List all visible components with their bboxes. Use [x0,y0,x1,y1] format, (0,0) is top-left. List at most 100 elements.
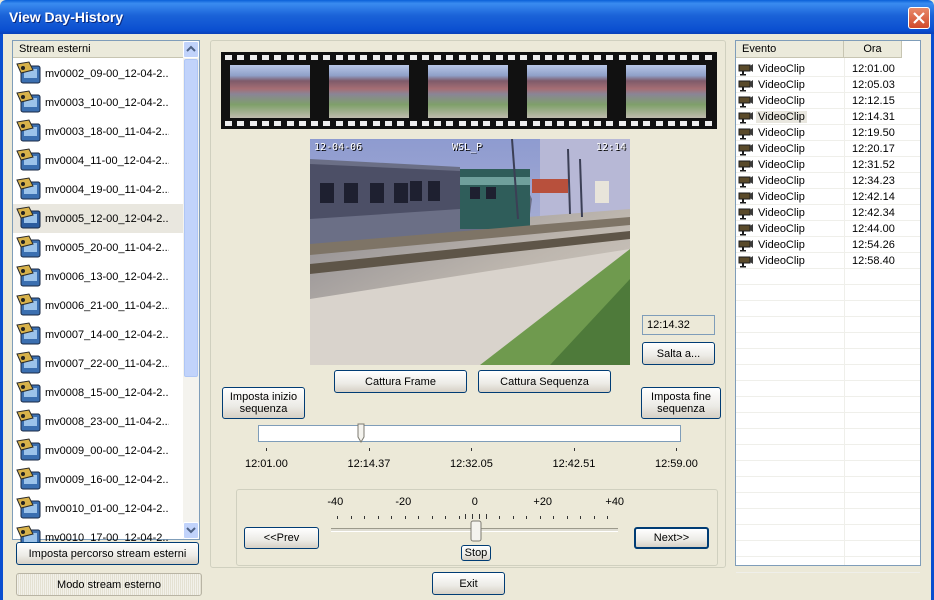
film-perforation [311,121,319,126]
external-stream-mode-button[interactable]: Modo stream esterno [16,573,202,596]
film-thumbnail[interactable] [626,65,706,118]
camera-icon [16,148,41,171]
grid-line [736,92,920,93]
event-column-header[interactable]: Evento [736,41,844,58]
event-row[interactable]: VideoClip 12:14.31 [736,109,920,125]
timeline-thumb[interactable] [357,423,365,443]
close-button[interactable] [908,7,930,29]
exit-button[interactable]: Exit [432,572,505,595]
capture-sequence-button[interactable]: Cattura Sequenza [478,370,611,393]
event-row[interactable]: VideoClip 12:54.26 [736,237,920,253]
event-row[interactable]: VideoClip 12:44.00 [736,221,920,237]
set-stream-path-button[interactable]: Imposta percorso stream esterni [16,542,199,565]
jump-to-button[interactable]: Salta a... [642,342,715,365]
event-list[interactable]: Evento Ora VideoClip 12:01.00 VideoClip 12:… [735,40,921,573]
stream-list-item[interactable]: mv0007_14-00_12-04-2... [13,320,185,349]
thumbnail-filmstrip[interactable] [221,52,717,129]
prev-button[interactable]: <<Prev [244,527,319,549]
speed-tick [479,514,480,519]
stream-list-item[interactable]: mv0007_22-00_11-04-2... [13,349,185,378]
stream-list-item[interactable]: mv0002_09-00_12-04-2... [13,59,185,88]
stream-list-item[interactable]: mv0006_21-00_11-04-2... [13,291,185,320]
film-perforation [680,55,688,60]
timeline-label: 12:32.05 [450,458,493,470]
stream-list-item[interactable]: mv0004_11-00_12-04-2... [13,146,185,175]
set-sequence-end-button[interactable]: Imposta fine sequenza [641,387,721,419]
camera-icon [16,496,41,519]
stream-list[interactable]: Stream esterni mv0002_09-00_12-04-2... mv… [12,40,200,548]
event-type-cell: VideoClip [738,189,807,205]
camera-icon [16,351,41,374]
stream-list-item[interactable]: mv0005_12-00_12-04-2... [13,204,185,233]
timeline-slider[interactable] [258,425,681,442]
scroll-down-button[interactable] [183,522,199,539]
current-time-field[interactable]: 12:14.32 [642,315,715,335]
film-perforation [286,121,294,126]
event-row[interactable]: VideoClip 12:31.52 [736,157,920,173]
stream-list-item[interactable]: mv0003_10-00_12-04-2... [13,88,185,117]
film-perforation [495,55,503,60]
chevron-down-icon [186,527,196,534]
film-perforation [594,121,601,126]
event-row[interactable]: VideoClip 12:12.15 [736,93,920,109]
capture-frame-button[interactable]: Cattura Frame [334,370,467,393]
film-perforation [471,55,478,60]
film-perforation [397,55,405,60]
event-time: 12:12.15 [852,95,895,107]
stream-list-item[interactable]: mv0004_19-00_11-04-2... [13,175,185,204]
film-thumbnail[interactable] [527,65,607,118]
speed-thumb[interactable] [470,520,482,542]
next-button[interactable]: Next>> [634,527,709,549]
film-perforation [618,55,626,60]
film-thumbnail[interactable] [428,65,508,118]
stream-list-item[interactable]: mv0008_15-00_12-04-2... [13,378,185,407]
stream-list-header[interactable]: Stream esterni [13,41,183,58]
grid-line [736,220,920,221]
video-clip-icon [738,96,753,108]
stream-list-item[interactable]: mv0009_00-00_12-04-2... [13,436,185,465]
speed-tick [594,516,595,519]
event-time: 12:05.03 [852,79,895,91]
event-row[interactable]: VideoClip 12:19.50 [736,125,920,141]
time-column-header[interactable]: Ora [844,41,902,58]
event-row[interactable]: VideoClip 12:58.40 [736,253,920,269]
event-row[interactable]: VideoClip 12:01.00 [736,61,920,77]
stop-button[interactable]: Stop [461,545,491,561]
camera-icon [16,409,41,432]
stream-list-item[interactable]: mv0009_16-00_12-04-2... [13,465,185,494]
video-clip-icon [738,256,753,268]
film-thumbnail[interactable] [329,65,409,118]
timeline-tick [676,448,677,451]
stream-list-item[interactable]: mv0003_18-00_11-04-2... [13,117,185,146]
film-perforation [360,55,368,60]
video-frame-image [310,139,630,365]
stream-list-item[interactable]: mv0006_13-00_12-04-2... [13,262,185,291]
speed-label: +40 [605,496,625,508]
scroll-up-button[interactable] [183,41,199,58]
grid-line [736,268,920,269]
film-perforation [557,55,565,60]
stream-list-item[interactable]: mv0005_20-00_11-04-2... [13,233,185,262]
stream-list-item[interactable]: mv0010_01-00_12-04-2... [13,494,185,523]
camera-icon [16,177,41,200]
event-row[interactable]: VideoClip 12:34.23 [736,173,920,189]
video-clip-icon [738,176,753,188]
film-perforation [544,121,552,126]
event-time: 12:19.50 [852,127,895,139]
event-row[interactable]: VideoClip 12:20.17 [736,141,920,157]
event-row[interactable]: VideoClip 12:05.03 [736,77,920,93]
title-bar[interactable]: View Day-History [0,0,934,34]
stream-item-label: mv0004_19-00_11-04-2... [45,183,169,196]
film-thumbnail[interactable] [230,65,310,118]
stream-list-item[interactable]: mv0008_23-00_11-04-2... [13,407,185,436]
speed-tick [553,516,554,519]
event-row[interactable]: VideoClip 12:42.14 [736,189,920,205]
film-perforation [286,55,294,60]
set-sequence-start-button[interactable]: Imposta inizio sequenza [222,387,305,419]
stream-list-scrollbar[interactable] [183,41,199,539]
scroll-thumb[interactable] [184,59,198,377]
event-row[interactable]: VideoClip 12:42.34 [736,205,920,221]
event-time: 12:20.17 [852,143,895,155]
video-player[interactable]: 12-04-06 WSL_P 12:14 [310,139,630,365]
film-perforation [507,55,515,60]
